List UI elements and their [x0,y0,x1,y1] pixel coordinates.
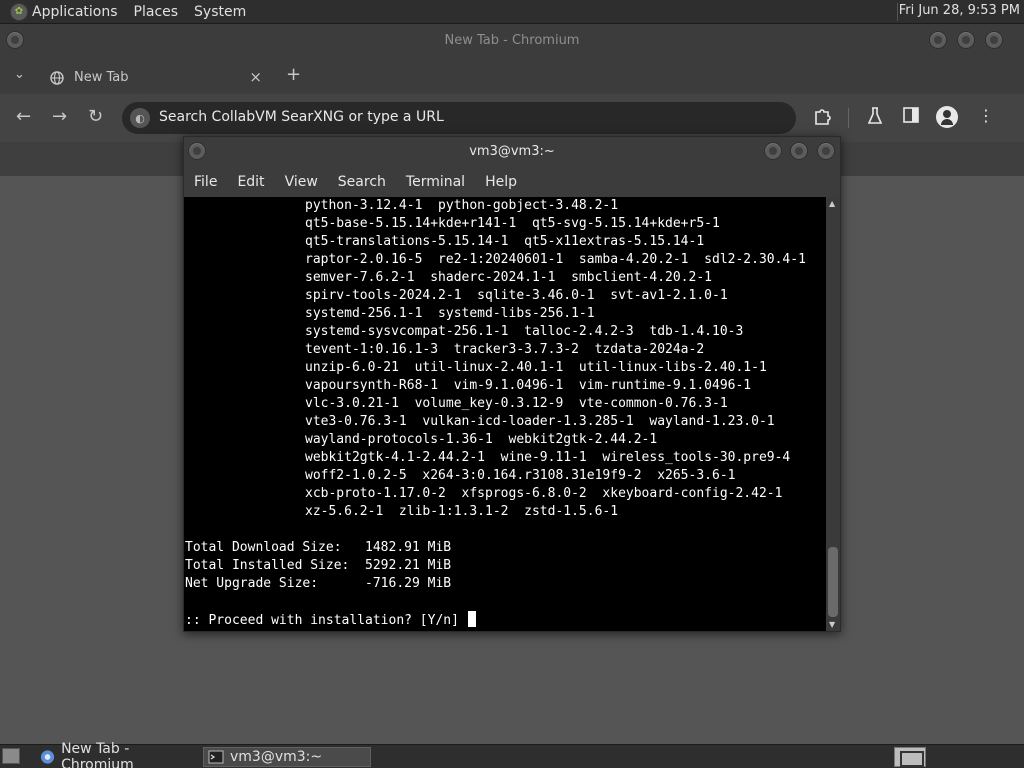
package-line: xcb-proto-1.17.0-2 xfsprogs-6.8.0-2 xkey… [305,486,783,501]
terminal-icon [208,750,224,764]
package-line: systemd-256.1-1 systemd-libs-256.1-1 [305,306,595,321]
scrollbar-thumb[interactable] [828,547,838,617]
terminal-window: vm3@vm3:~ File Edit View Search Terminal… [183,136,841,632]
terminal-close-button[interactable] [817,142,835,160]
menu-search[interactable]: Search [338,174,386,190]
terminal-screen[interactable]: python-3.12.4-1 python-gobject-3.48.2-1 q… [184,197,826,631]
search-engine-icon[interactable]: ◐ [130,108,150,128]
top-panel: ✿ Applications Places System Fri Jun 28,… [0,0,1024,24]
install-prompt: :: Proceed with installation? [Y/n] [185,611,476,630]
package-line: xz-5.6.2-1 zlib-1:1.3.1-2 zstd-1.5.6-1 [305,504,619,519]
close-button[interactable] [985,31,1003,49]
package-line: tevent-1:0.16.1-3 tracker3-3.7.3-2 tzdat… [305,342,705,357]
bottom-panel: New Tab - Chromium vm3@vm3:~ [0,741,1024,768]
menu-help[interactable]: Help [485,174,517,190]
terminal-scrollbar[interactable]: ▲ ▼ [826,197,840,631]
more-menu-icon[interactable]: ⋮ [978,106,994,125]
extensions-icon[interactable] [812,106,832,126]
package-line: systemd-sysvcompat-256.1-1 talloc-2.4.2-… [305,324,744,339]
package-line: unzip-6.0-21 util-linux-2.40.1-1 util-li… [305,360,767,375]
workspace-switcher[interactable] [894,747,926,767]
package-line: woff2-1.0.2-5 x264-3:0.164.r3108.31e19f9… [305,468,736,483]
tab-new-tab[interactable]: New Tab × [36,62,274,94]
terminal-titlebar[interactable]: vm3@vm3:~ [184,137,840,167]
menu-file[interactable]: File [194,174,217,190]
globe-icon [50,71,64,85]
package-line: python-3.12.4-1 python-gobject-3.48.2-1 [305,198,619,213]
gnome-foot-icon[interactable]: ✿ [10,2,28,21]
terminal-maximize-button[interactable] [790,142,808,160]
maximize-button[interactable] [957,31,975,49]
summary-line: Net Upgrade Size: -716.29 MiB [185,576,452,591]
package-line: webkit2gtk-4.1-2.44.2-1 wine-9.11-1 wire… [305,450,791,465]
toolbar-separator [848,108,849,128]
package-line: semver-7.6.2-1 shaderc-2024.1-1 smbclien… [305,270,712,285]
omnibox-placeholder: Search CollabVM SearXNG or type a URL [159,109,444,125]
tab-strip: ⌄ New Tab × + [0,58,1024,94]
side-panel-icon[interactable] [902,106,920,124]
package-line: qt5-translations-5.15.14-1 qt5-x11extras… [305,234,705,249]
package-line: vlc-3.0.21-1 volume_key-0.3.12-9 vte-com… [305,396,728,411]
forward-button[interactable]: → [52,106,67,127]
summary-line: Total Installed Size: 5292.21 MiB [185,558,452,573]
chromium-titlebar[interactable]: New Tab - Chromium [0,24,1024,58]
chromium-icon [40,750,55,764]
labs-flask-icon[interactable] [866,106,884,126]
menu-terminal[interactable]: Terminal [406,174,465,190]
tab-search-chevron-icon[interactable]: ⌄ [14,67,25,82]
chromium-window-title: New Tab - Chromium [444,33,580,48]
package-line: spirv-tools-2024.2-1 sqlite-3.46.0-1 svt… [305,288,728,303]
scroll-up-arrow-icon[interactable]: ▲ [829,199,835,208]
omnibox[interactable]: ◐ Search CollabVM SearXNG or type a URL [122,102,796,134]
menu-view[interactable]: View [285,174,318,190]
terminal-minimize-button[interactable] [764,142,782,160]
terminal-window-title: vm3@vm3:~ [469,144,555,159]
profile-avatar-icon[interactable] [936,106,958,128]
browser-toolbar: ← → ↻ ◐ Search CollabVM SearXNG or type … [0,94,1024,142]
show-desktop-icon[interactable] [2,748,20,764]
menu-edit[interactable]: Edit [237,174,264,190]
clock[interactable]: Fri Jun 28, 9:53 PM [899,3,1020,18]
summary-line: Total Download Size: 1482.91 MiB [185,540,452,555]
package-line: vte3-0.76.3-1 vulkan-icd-loader-1.3.285-… [305,414,775,429]
package-line: qt5-base-5.15.14+kde+r141-1 qt5-svg-5.15… [305,216,720,231]
tab-title: New Tab [74,70,129,85]
applications-menu[interactable]: Applications [32,4,118,20]
system-menu[interactable]: System [194,4,246,20]
taskbar-item-terminal[interactable]: vm3@vm3:~ [203,747,371,767]
terminal-menubar: File Edit View Search Terminal Help [184,167,840,197]
reload-button[interactable]: ↻ [88,106,103,127]
package-line: vapoursynth-R68-1 vim-9.1.0496-1 vim-run… [305,378,752,393]
package-line: wayland-protocols-1.36-1 webkit2gtk-2.44… [305,432,658,447]
tab-close-icon[interactable]: × [249,68,262,86]
minimize-button[interactable] [929,31,947,49]
taskbar-item-label: New Tab - Chromium [61,741,134,768]
places-menu[interactable]: Places [134,4,179,20]
package-line: raptor-2.0.16-5 re2-1:20240601-1 samba-4… [305,252,806,267]
terminal-cursor [467,611,476,627]
scroll-down-arrow-icon[interactable]: ▼ [829,620,835,629]
back-button[interactable]: ← [16,106,31,127]
taskbar-item-chromium[interactable]: New Tab - Chromium [36,741,198,768]
taskbar-item-label: vm3@vm3:~ [230,749,323,765]
new-tab-button[interactable]: + [286,64,301,85]
